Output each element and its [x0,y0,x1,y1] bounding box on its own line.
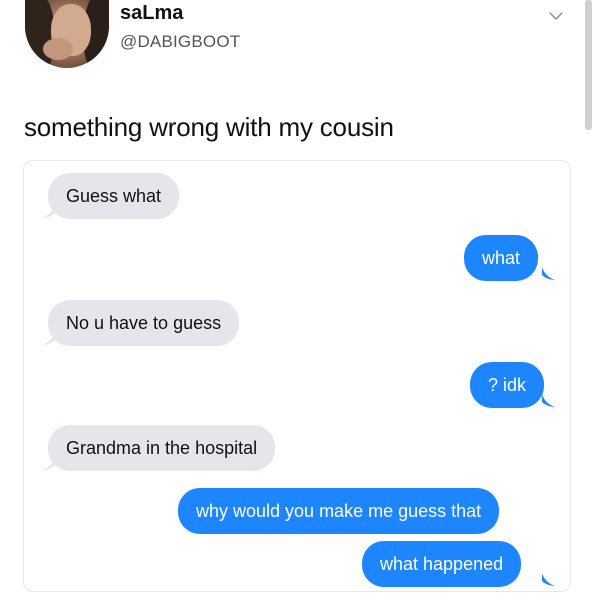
bubble-tail [41,457,55,470]
bubble-tail [542,267,556,280]
outgoing-message-bubble: what happened [362,541,522,587]
bubble-tail [41,205,55,218]
display-name[interactable]: saLma [120,2,183,25]
avatar-hand [43,38,73,60]
message-screenshot: Guess what what No u have to guess ? idk… [23,160,571,592]
outgoing-message-bubble: what [464,235,539,281]
outgoing-message-bubble: ? idk [470,362,545,408]
incoming-message-bubble: Grandma in the hospital [48,425,276,471]
user-handle[interactable]: @DABIGBOOT [120,32,240,52]
bubble-tail [542,394,556,407]
bubble-tail [542,573,556,586]
incoming-message-bubble: Guess what [48,173,180,219]
incoming-message-bubble: No u have to guess [48,300,240,346]
outgoing-message-bubble: why would you make me guess that [178,488,500,534]
chevron-down-icon[interactable] [548,8,564,24]
tweet-text: something wrong with my cousin [24,112,394,142]
bubble-tail [41,332,55,345]
avatar[interactable] [25,0,109,68]
scrollbar[interactable] [585,0,592,130]
